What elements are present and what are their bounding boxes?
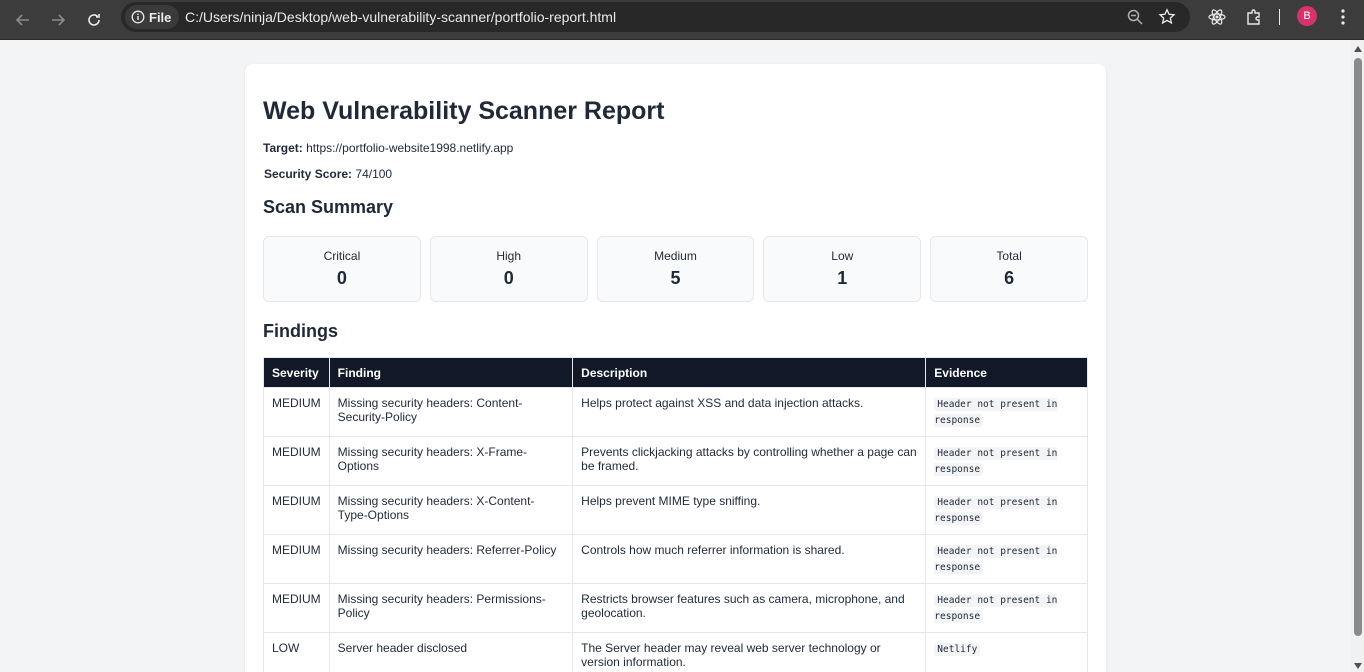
score-label: Security Score:: [264, 167, 353, 181]
finding-cell: Missing security headers: X-Content-Type…: [328, 485, 574, 535]
table-header-row: Severity Finding Description Evidence: [263, 357, 1088, 388]
toolbar-divider: [1279, 9, 1280, 25]
stat-medium: Medium 5: [596, 236, 755, 302]
reload-button[interactable]: [78, 4, 110, 36]
severity-cell: MEDIUM: [263, 387, 330, 437]
reload-icon: [88, 14, 100, 26]
col-header-severity: Severity: [263, 357, 330, 388]
profile-avatar[interactable]: B: [1297, 6, 1317, 26]
browser-toolbar: File C:/Users/ninja/Desktop/web-vulnerab…: [0, 0, 1364, 40]
description-cell: The Server header may reveal web server …: [572, 632, 927, 672]
table-row: MEDIUM Missing security headers: Permiss…: [263, 583, 1088, 633]
evidence-code: Header not present in response: [934, 447, 1058, 476]
table-row: LOW Server header disclosed The Server h…: [263, 632, 1088, 672]
stat-label: Medium: [654, 249, 697, 263]
target-line: Target: https://portfolio-website1998.ne…: [263, 141, 513, 155]
scan-summary: Critical 0 High 0 Medium 5 Low 1 Total 6: [263, 236, 1088, 302]
table-row: MEDIUM Missing security headers: Referre…: [263, 534, 1088, 584]
forward-button[interactable]: [42, 4, 74, 36]
finding-cell: Missing security headers: X-Frame-Option…: [328, 436, 574, 486]
url-text[interactable]: C:/Users/ninja/Desktop/web-vulnerability…: [185, 9, 616, 25]
stat-critical: Critical 0: [263, 236, 421, 302]
stat-value: 0: [336, 268, 347, 288]
stat-label: Critical: [323, 249, 361, 263]
severity-cell: MEDIUM: [263, 534, 330, 584]
description-cell: Restricts browser features such as camer…: [572, 583, 927, 633]
target-label: Target:: [263, 141, 303, 155]
finding-cell: Missing security headers: Referrer-Polic…: [328, 534, 574, 584]
stat-low: Low 1: [763, 236, 922, 302]
findings-heading: Findings: [263, 321, 338, 341]
info-icon: [131, 10, 145, 24]
stat-label: High: [496, 249, 522, 263]
stat-total: Total 6: [930, 236, 1088, 302]
evidence-cell: Header not present in response: [925, 583, 1088, 633]
stat-label: Low: [831, 249, 854, 263]
page-title: Web Vulnerability Scanner Report: [263, 97, 665, 125]
stat-high: High 0: [429, 236, 588, 302]
arrow-right-icon: [52, 14, 66, 26]
evidence-code: Header not present in response: [934, 398, 1058, 427]
evidence-cell: Netlify: [925, 632, 1088, 672]
stat-value: 1: [837, 268, 848, 288]
severity-cell: MEDIUM: [263, 436, 330, 486]
stat-value: 6: [1004, 268, 1015, 288]
evidence-cell: Header not present in response: [925, 485, 1088, 535]
evidence-code: Netlify: [934, 643, 981, 656]
findings-table: Severity Finding Description Evidence ME…: [263, 357, 1088, 672]
score-value: 74/100: [355, 167, 393, 181]
description-cell: Controls how much referrer information i…: [572, 534, 927, 584]
evidence-code: Header not present in response: [934, 545, 1058, 574]
page-scrollbar[interactable]: [1351, 40, 1364, 672]
evidence-code: Header not present in response: [934, 594, 1058, 623]
stat-value: 5: [670, 268, 681, 288]
severity-cell: MEDIUM: [263, 485, 330, 535]
evidence-cell: Header not present in response: [925, 534, 1088, 584]
kebab-menu-icon[interactable]: [1332, 6, 1354, 28]
col-header-evidence: Evidence: [925, 357, 1088, 388]
stat-value: 0: [503, 268, 514, 288]
finding-cell: Server header disclosed: [328, 632, 574, 672]
table-row: MEDIUM Missing security headers: Content…: [263, 387, 1088, 437]
evidence-code: Header not present in response: [934, 496, 1058, 525]
react-devtools-icon[interactable]: [1206, 6, 1228, 28]
score-line: Security Score: 74/100: [264, 167, 392, 181]
stat-label: Total: [996, 249, 1022, 263]
table-row: MEDIUM Missing security headers: X-Conte…: [263, 485, 1088, 535]
col-header-finding: Finding: [328, 357, 574, 388]
finding-cell: Missing security headers: Permissions-Po…: [328, 583, 574, 633]
site-info-chip[interactable]: File: [125, 5, 180, 29]
extensions-puzzle-icon[interactable]: [1243, 6, 1265, 28]
back-button[interactable]: [7, 4, 39, 36]
col-header-description: Description: [572, 357, 927, 388]
scroll-up-arrow-icon[interactable]: [1354, 46, 1362, 52]
description-cell: Helps prevent MIME type sniffing.: [572, 485, 927, 535]
scrollbar-thumb[interactable]: [1354, 58, 1362, 636]
description-cell: Prevents clickjacking attacks by control…: [572, 436, 927, 486]
table-row: MEDIUM Missing security headers: X-Frame…: [263, 436, 1088, 486]
chip-label: File: [149, 9, 172, 25]
address-bar[interactable]: File C:/Users/ninja/Desktop/web-vulnerab…: [121, 2, 1190, 32]
evidence-cell: Header not present in response: [925, 387, 1088, 437]
bookmark-star-icon[interactable]: [1158, 8, 1176, 26]
severity-cell: MEDIUM: [263, 583, 330, 633]
zoom-icon[interactable]: [1126, 8, 1144, 26]
report-card: Web Vulnerability Scanner Report Target:…: [245, 64, 1106, 672]
scroll-down-arrow-icon[interactable]: [1354, 663, 1362, 669]
evidence-cell: Header not present in response: [925, 436, 1088, 486]
summary-heading: Scan Summary: [263, 197, 394, 217]
description-cell: Helps protect against XSS and data injec…: [572, 387, 927, 437]
finding-cell: Missing security headers: Content-Securi…: [328, 387, 574, 437]
target-value: https://portfolio-website1998.netlify.ap…: [306, 141, 514, 155]
severity-cell: LOW: [263, 632, 330, 672]
arrow-left-icon: [15, 14, 29, 26]
